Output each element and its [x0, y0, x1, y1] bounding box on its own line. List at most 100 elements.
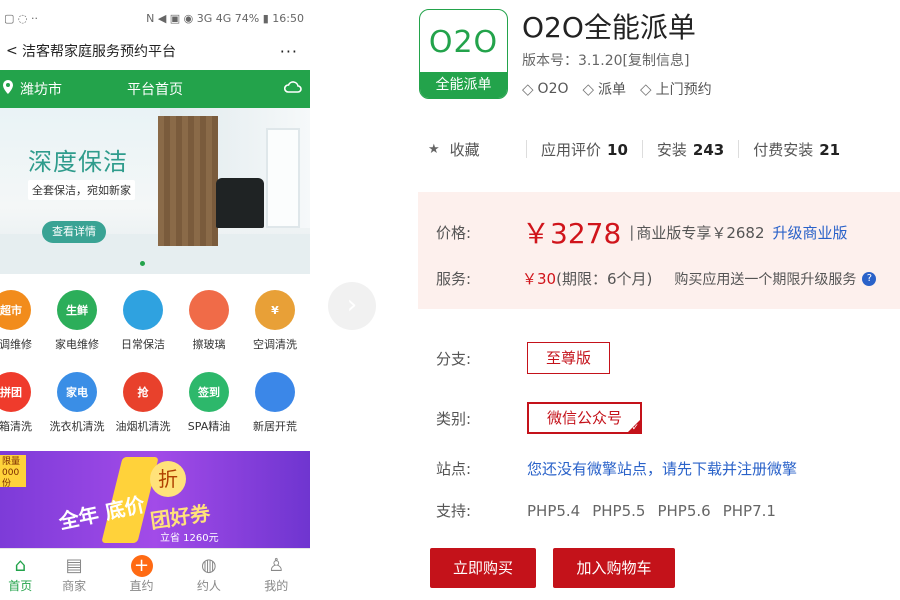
help-icon[interactable]: ?: [862, 271, 877, 286]
price-label: 价格:: [436, 223, 472, 242]
service-item[interactable]: 日常保洁: [110, 284, 176, 366]
tab-invite[interactable]: ◍ 约人: [175, 549, 242, 600]
banner-carousel[interactable]: 深度保洁 全套保洁，宛如新家 查看详情: [0, 108, 310, 274]
shop-icon: ▤: [65, 555, 83, 576]
refresh-icon[interactable]: [283, 80, 302, 98]
tab-profile[interactable]: ♙ 我的: [243, 549, 310, 600]
app-stats: ★ 收藏 应用评价 10 安装 243 付费安装 21: [428, 137, 840, 161]
service-label: 日常保洁: [121, 338, 165, 351]
service-item[interactable]: 新居开荒: [242, 366, 308, 448]
tab-profile-label: 我的: [264, 579, 289, 593]
paid-install-count: 21: [819, 140, 841, 159]
more-menu-icon[interactable]: ···: [280, 42, 304, 61]
tag-icon: ◇: [522, 80, 534, 98]
business-price: 商业版专享￥2682: [636, 223, 765, 242]
tag-icon: ◇: [640, 80, 652, 98]
app-logo: O2O 全能派单: [419, 9, 508, 99]
phone-preview: ▢ ◌ ·· N ◀ ▣ ◉ 3G 4G 74% ▮ 16:50 < 洁客帮家庭…: [0, 0, 310, 600]
category-row: 类别: 微信公众号 ✓: [436, 402, 643, 434]
branch-option[interactable]: 至尊版: [527, 342, 611, 374]
category-option-label: 微信公众号: [547, 409, 623, 427]
register-site-link[interactable]: 您还没有微擎站点，请先下载并注册微擎: [527, 458, 797, 479]
tab-invite-label: 约人: [196, 579, 221, 593]
site-row: 站点: 您还没有微擎站点，请先下载并注册微擎: [436, 458, 797, 479]
service-item[interactable]: 生鲜 家电维修: [44, 284, 110, 366]
branch-label: 分支:: [436, 349, 472, 368]
php-version: PHP7.1: [722, 501, 776, 520]
status-bar: ▢ ◌ ·· N ◀ ▣ ◉ 3G 4G 74% ▮ 16:50: [0, 0, 310, 36]
service-price: ￥30: [522, 270, 557, 288]
add-to-cart-button[interactable]: 加入购物车: [553, 548, 675, 588]
divider: [738, 140, 740, 158]
site-label: 站点:: [436, 460, 472, 478]
back-icon[interactable]: <: [6, 43, 18, 59]
php-version: PHP5.4: [527, 501, 581, 520]
divider: [641, 140, 643, 158]
city-selector[interactable]: 潍坊市: [0, 79, 110, 99]
bottom-tab-bar: ⌂ 首页 ▤ 商家 + 直约 ◍ 约人 ♙ 我的: [0, 548, 310, 600]
status-left: ▢ ◌ ··: [4, 11, 38, 25]
service-label: 服务:: [436, 270, 472, 288]
tag-item[interactable]: ◇ O2O: [522, 79, 569, 99]
upgrade-business-link[interactable]: 升级商业版: [773, 222, 848, 243]
tag-label: 派单: [598, 82, 627, 98]
appliance-icon: 家电: [57, 372, 97, 412]
install-count: 243: [692, 140, 725, 159]
tag-item[interactable]: ◇ 派单: [583, 79, 627, 99]
money-bag-icon: ¥: [255, 290, 295, 330]
service-item[interactable]: 超市空调维修: [0, 284, 44, 366]
category-label: 类别:: [436, 409, 472, 428]
gift-icon: 签到: [189, 372, 229, 412]
buy-now-button[interactable]: 立即购买: [430, 548, 536, 588]
fresh-icon: 生鲜: [57, 290, 97, 330]
tab-direct-booking[interactable]: + 直约: [108, 549, 175, 600]
bottle-icon: [189, 290, 229, 330]
page: ▢ ◌ ·· N ◀ ▣ ◉ 3G 4G 74% ▮ 16:50 < 洁客帮家庭…: [0, 0, 900, 600]
service-item[interactable]: ¥ 空调清洗: [242, 284, 308, 366]
rating-stat[interactable]: 应用评价 10: [541, 139, 628, 160]
page-title: 洁客帮家庭服务预约平台: [22, 44, 176, 60]
support-label: 支持:: [436, 502, 472, 520]
price-box: 价格: ￥3278 | 商业版专享￥2682 升级商业版 服务: ￥30 (期限…: [418, 192, 900, 309]
favorite-button[interactable]: ★ 收藏: [428, 139, 512, 160]
service-item[interactable]: 家电 洗衣机清洗: [44, 366, 110, 448]
php-version: PHP5.5: [592, 501, 646, 520]
cleaner-icon: [123, 290, 163, 330]
banner-details-button[interactable]: 查看详情: [42, 221, 106, 243]
rating-count: 10: [607, 140, 628, 159]
service-item[interactable]: 签到 SPA精油: [176, 366, 242, 448]
paid-install-label: 付费安装: [753, 140, 814, 159]
service-row: 服务: ￥30 (期限：6个月) 购买应用送一个期限升级服务 ?: [436, 268, 877, 289]
phone-icon: [255, 372, 295, 412]
app-logo-text: O2O: [428, 25, 499, 60]
service-item[interactable]: 抢油烟机清洗: [110, 366, 176, 448]
promo-tag: 限量 000份: [0, 455, 26, 489]
service-label: SPA精油: [187, 420, 231, 433]
price-value: ￥3278: [522, 217, 622, 250]
app-name: O2O全能派单: [522, 11, 696, 44]
tag-item[interactable]: ◇ 上门预约: [640, 79, 712, 99]
title-bar: < 洁客帮家庭服务预约平台 ···: [0, 36, 310, 66]
service-label: 新居开荒: [253, 420, 297, 433]
favorite-label: 收藏: [449, 140, 480, 159]
promo-banner[interactable]: 限量 000份 全年 底价 折 团好券 立省 1260元: [0, 451, 310, 548]
tag-label: O2O: [537, 81, 569, 97]
app-version[interactable]: 版本号：3.1.20[复制信息]: [522, 50, 689, 70]
check-icon: ✓: [631, 423, 640, 433]
paid-install-stat: 付费安装 21: [753, 139, 840, 160]
install-label: 安装: [656, 140, 687, 159]
service-item[interactable]: 擦玻璃: [176, 284, 242, 366]
home-icon: ⌂: [14, 555, 26, 576]
group-buy-icon: 拼团: [0, 372, 31, 412]
tab-home[interactable]: ⌂ 首页: [0, 549, 40, 600]
category-option-selected[interactable]: 微信公众号 ✓: [527, 402, 643, 434]
banner-subtitle: 全套保洁，宛如新家: [28, 180, 135, 200]
promo-discount-badge: 折: [150, 461, 186, 497]
service-label: 油烟机清洗: [115, 420, 171, 433]
service-item[interactable]: 拼团冰箱清洗: [0, 366, 44, 448]
carousel-next-button[interactable]: ›: [328, 282, 376, 330]
price-row: 价格: ￥3278 | 商业版专享￥2682 升级商业版: [436, 212, 848, 252]
chat-icon: ◍: [201, 555, 217, 576]
tab-merchants[interactable]: ▤ 商家: [40, 549, 107, 600]
app-tags: ◇ O2O ◇ 派单 ◇ 上门预约: [522, 79, 712, 99]
